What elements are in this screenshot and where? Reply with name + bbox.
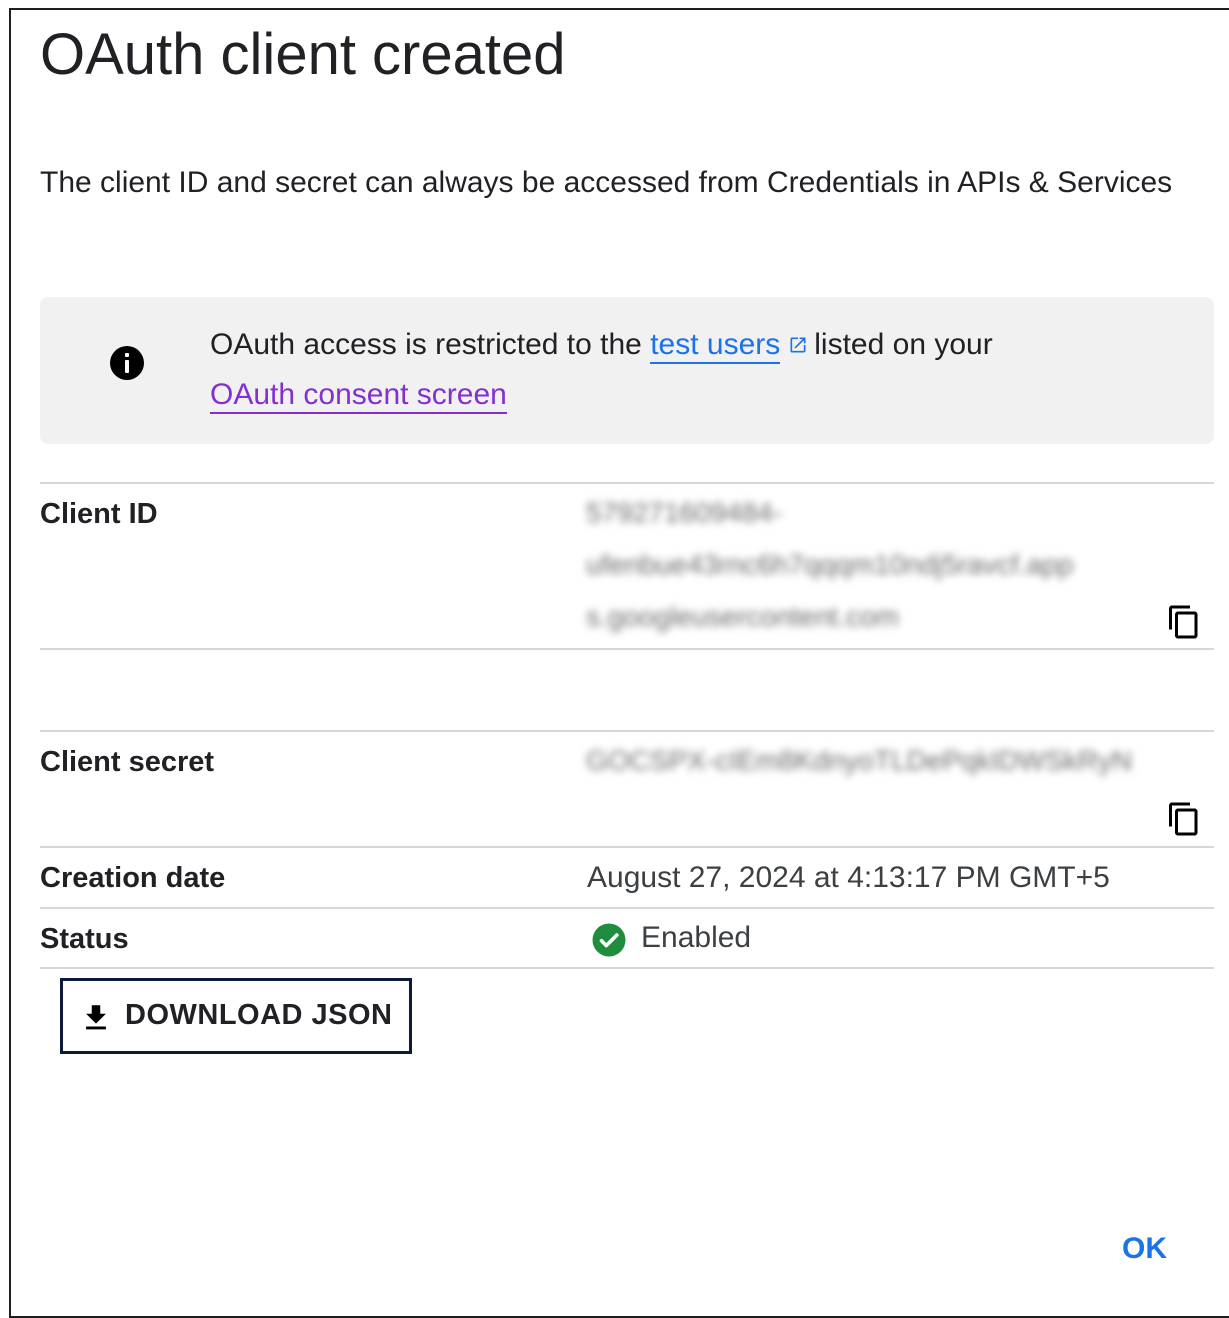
notice-text: OAuth access is restricted to the test u… <box>210 320 1170 420</box>
info-icon <box>110 346 144 380</box>
divider <box>40 846 1214 848</box>
download-icon <box>86 1005 106 1030</box>
test-users-link[interactable]: test users <box>650 328 781 364</box>
status-label: Status <box>40 923 129 955</box>
client-secret-label: Client secret <box>40 746 215 778</box>
test-users-link-label: test users <box>650 328 781 361</box>
check-circle-icon <box>592 923 626 957</box>
divider <box>40 730 1214 732</box>
copy-client-id-icon[interactable] <box>1166 604 1202 640</box>
client-id-value-line3: s.googleusercontent.com <box>586 601 899 632</box>
download-json-label: DOWNLOAD JSON <box>125 999 393 1031</box>
client-id-value-line1: 579271609484- <box>586 497 783 528</box>
dialog-title: OAuth client created <box>40 22 566 87</box>
client-id-value-line2: ufenbue43rnc6h7qqqm10ndj5ravcf.app <box>586 549 1074 580</box>
external-link-icon[interactable] <box>788 335 808 355</box>
divider <box>40 907 1214 909</box>
creation-date-value: August 27, 2024 at 4:13:17 PM GMT+5 <box>587 861 1110 894</box>
download-json-button[interactable]: DOWNLOAD JSON <box>60 978 412 1054</box>
divider <box>40 482 1214 484</box>
status-value: Enabled <box>641 921 752 954</box>
creation-date-label: Creation date <box>40 862 226 894</box>
client-secret-value: GOCSPX-cIEm8KdnyoTLDePqkIDWSkRyN <box>586 745 1133 776</box>
copy-client-secret-icon[interactable] <box>1166 801 1202 837</box>
ok-button[interactable]: OK <box>1122 1232 1167 1266</box>
client-id-label: Client ID <box>40 498 158 530</box>
divider <box>40 967 1214 969</box>
oauth-consent-screen-link[interactable]: OAuth consent screen <box>210 378 507 414</box>
dialog-description: The client ID and secret can always be a… <box>40 166 1173 199</box>
notice-text-before: OAuth access is restricted to the <box>210 328 642 361</box>
divider <box>40 648 1214 650</box>
notice-text-after: listed on your <box>814 328 993 361</box>
